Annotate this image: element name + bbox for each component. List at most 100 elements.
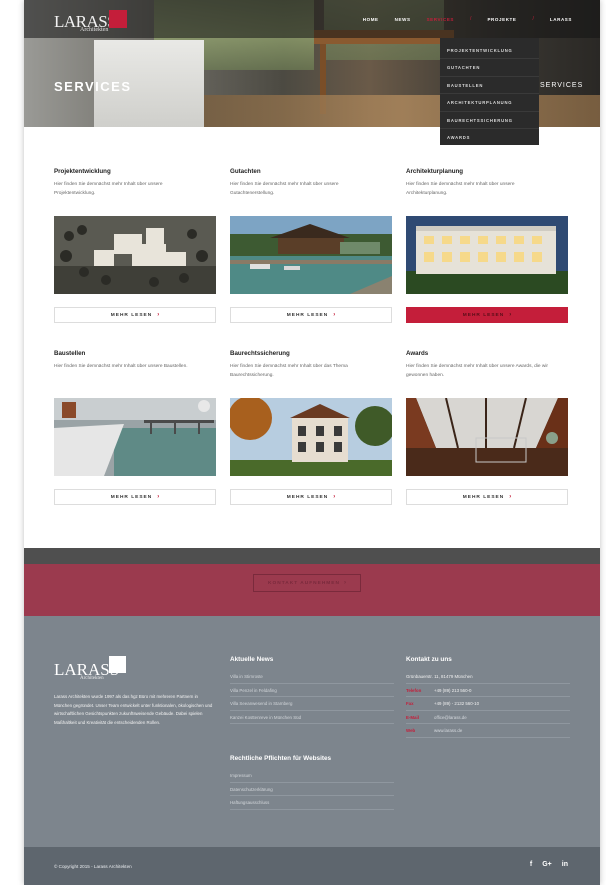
chevron-right-icon: ›: [157, 312, 160, 318]
kontakt-aufnehmen-button[interactable]: KONTAKT AUFNEHMEN ›: [253, 574, 361, 592]
contact-row-telefon: Telefon +49 (89) 213 560-0: [406, 684, 570, 697]
logo-square: [109, 10, 127, 28]
hero-floor: [204, 95, 600, 127]
button-label: KONTAKT AUFNEHMEN: [268, 580, 340, 586]
address-text: Grünbauerstr. 11, 81479 München: [406, 674, 473, 679]
news-link[interactable]: Villa Penzel in Feldafing: [230, 684, 394, 697]
contact-key: Telefon: [406, 687, 422, 693]
contact-row-email: E-Mail office@larass.de: [406, 711, 570, 724]
service-title: Gutachten: [230, 168, 261, 175]
service-title: Projektentwicklung: [54, 168, 111, 175]
service-card-projektentwicklung: Projektentwicklung Hier finden Sie demnä…: [54, 168, 216, 323]
service-card-baustellen: Baustellen Hier finden Sie demnächst meh…: [54, 350, 216, 505]
legal-list: Impressum Datenschutzerklärung Haftungsa…: [230, 769, 394, 810]
contact-value[interactable]: +49 (89) 213 560-0: [434, 684, 471, 697]
footer-logo[interactable]: LARASS Architekten: [54, 656, 134, 684]
button-label: MEHR LESEN: [110, 312, 153, 318]
footer-about-text: Larass Architekten wurde 1997 als das hg…: [54, 694, 213, 725]
dropdown-item-architekturplanung[interactable]: ARCHITEKTURPLANUNG: [440, 94, 539, 112]
nav-services[interactable]: SERVICES: [427, 17, 454, 22]
legal-link-impressum[interactable]: Impressum: [230, 769, 394, 783]
nav-separator: /: [470, 16, 472, 22]
hero-right-label: SERVICES: [540, 82, 584, 89]
service-text: Hier finden Sie demnächst mehr Inhalt üb…: [54, 182, 163, 196]
contact-key: Fax: [406, 701, 414, 706]
dropdown-item-gutachten[interactable]: GUTACHTEN: [440, 59, 539, 77]
google-plus-icon[interactable]: G+: [542, 861, 552, 868]
service-text: Hier finden Sie demnächst mehr Inhalt üb…: [230, 364, 348, 378]
dropdown-item-baustellen[interactable]: BAUSTELLEN: [440, 77, 539, 95]
contact-heading: Kontakt zu uns: [406, 656, 452, 663]
button-label: MEHR LESEN: [286, 312, 329, 318]
site-logo[interactable]: LARASS Architekten: [54, 10, 134, 36]
button-label: MEHR LESEN: [462, 494, 505, 500]
service-text: Hier finden Sie demnächst mehr Inhalt üb…: [406, 364, 549, 378]
service-title: Baurechtssicherung: [230, 350, 290, 357]
button-label: MEHR LESEN: [110, 494, 153, 500]
nav-larass[interactable]: LARASS: [550, 17, 572, 22]
nav-news[interactable]: NEWS: [395, 17, 411, 22]
service-card-baurechtssicherung: Baurechtssicherung Hier finden Sie demnä…: [230, 350, 392, 505]
dropdown-item-baurechtssicherung[interactable]: BAURECHTSSICHERUNG: [440, 112, 539, 129]
contact-row-web: Web www.larass.de: [406, 724, 570, 738]
divider-band: [24, 548, 600, 564]
facebook-icon[interactable]: f: [530, 861, 532, 868]
news-list: Villa in Stirnroste Villa Penzel in Feld…: [230, 670, 394, 724]
legal-heading: Rechtliche Pflichten für Websites: [230, 755, 332, 762]
chevron-right-icon: ›: [509, 494, 512, 500]
mehr-lesen-button[interactable]: MEHR LESEN ›: [54, 489, 216, 505]
news-heading: Aktuelle News: [230, 656, 274, 663]
mehr-lesen-button[interactable]: MEHR LESEN ›: [230, 489, 392, 505]
contact-address: Grünbauerstr. 11, 81479 München: [406, 670, 570, 684]
page-title: SERVICES: [54, 79, 132, 94]
service-title: Awards: [406, 350, 429, 357]
page: LARASS Architekten HOME NEWS SERVICES / …: [24, 0, 600, 885]
footer-bottom-bar: © Copyright 2015 - Larass Architekten f …: [24, 847, 600, 885]
chevron-right-icon: ›: [509, 312, 512, 318]
contact-value[interactable]: office@larass.de: [434, 711, 467, 724]
service-card-architekturplanung: Architekturplanung Hier finden Sie demnä…: [406, 168, 568, 323]
top-navigation-bar: LARASS Architekten HOME NEWS SERVICES / …: [24, 0, 600, 38]
contact-row-fax: Fax +49 (89) - 2132 560-10: [406, 697, 570, 711]
dropdown-item-awards[interactable]: AWARDS: [440, 129, 539, 146]
nav-separator: /: [532, 16, 534, 22]
mehr-lesen-button[interactable]: MEHR LESEN ›: [406, 489, 568, 505]
button-label: MEHR LESEN: [286, 494, 329, 500]
service-image-villa[interactable]: [230, 398, 392, 476]
news-link[interactable]: Villa Seeanwesend in Starnberg: [230, 697, 394, 711]
service-image-construction[interactable]: [54, 398, 216, 476]
copyright-text: © Copyright 2015 - Larass Architekten: [54, 864, 132, 869]
dropdown-item-projektentwicklung[interactable]: PROJEKTENTWICKLUNG: [440, 42, 539, 60]
chevron-right-icon: ›: [343, 580, 346, 586]
service-image-boathouse[interactable]: [230, 216, 392, 294]
service-image-model[interactable]: [54, 216, 216, 294]
service-card-gutachten: Gutachten Hier finden Sie demnächst mehr…: [230, 168, 392, 323]
linkedin-icon[interactable]: in: [562, 861, 568, 868]
button-label: MEHR LESEN: [462, 312, 505, 318]
legal-link-haftung[interactable]: Haftungsausschluss: [230, 796, 394, 810]
service-image-building[interactable]: [406, 216, 568, 294]
services-dropdown-menu: PROJEKTENTWICKLUNG GUTACHTEN BAUSTELLEN …: [440, 38, 539, 145]
footer: LARASS Architekten Larass Architekten wu…: [24, 616, 600, 847]
mehr-lesen-button[interactable]: MEHR LESEN ›: [230, 307, 392, 323]
service-text: Hier finden Sie demnächst mehr Inhalt üb…: [54, 364, 188, 369]
mehr-lesen-button[interactable]: MEHR LESEN ›: [406, 307, 568, 323]
nav-home[interactable]: HOME: [363, 17, 379, 22]
news-link[interactable]: Villa in Stirnroste: [230, 670, 394, 684]
social-links: f G+ in: [530, 861, 568, 868]
logo-sub: Architekten: [80, 676, 104, 681]
contact-value[interactable]: www.larass.de: [434, 724, 462, 737]
mehr-lesen-button[interactable]: MEHR LESEN ›: [54, 307, 216, 323]
chevron-right-icon: ›: [333, 312, 336, 318]
nav-projekte[interactable]: PROJEKTE: [487, 17, 516, 22]
contact-key: Web: [406, 728, 416, 733]
service-card-awards: Awards Hier finden Sie demnächst mehr In…: [406, 350, 568, 505]
main-nav: HOME NEWS SERVICES / PROJEKTE / LARASS: [363, 16, 572, 22]
chevron-right-icon: ›: [157, 494, 160, 500]
service-text: Hier finden Sie demnächst mehr Inhalt üb…: [406, 182, 515, 196]
logo-sub: Architekten: [80, 27, 109, 33]
service-image-interior[interactable]: [406, 398, 568, 476]
legal-link-datenschutz[interactable]: Datenschutzerklärung: [230, 783, 394, 796]
news-link[interactable]: Kanzei Kosttenreve in München Süd: [230, 711, 394, 724]
contact-value: +49 (89) - 2132 560-10: [434, 701, 480, 706]
